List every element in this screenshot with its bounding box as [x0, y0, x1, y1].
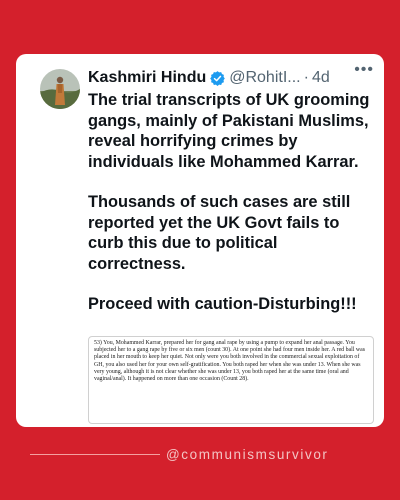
more-options-icon[interactable]: •••	[354, 62, 374, 78]
footer-divider	[30, 454, 160, 455]
footer: @communismsurvivor	[0, 447, 400, 463]
post-card[interactable]: ••• Kashmiri Hindu @RohitI... · 4d The t…	[16, 54, 384, 427]
footer-handle: @communismsurvivor	[166, 447, 329, 462]
display-name[interactable]: Kashmiri Hindu	[88, 68, 206, 88]
post-paragraph: The trial transcripts of UK grooming gan…	[88, 91, 370, 171]
post-text: The trial transcripts of UK grooming gan…	[88, 90, 378, 315]
verified-badge-icon	[210, 70, 226, 86]
post-paragraph: Proceed with caution-Disturbing!!!	[88, 295, 357, 313]
post-timestamp[interactable]: 4d	[312, 68, 330, 88]
post-paragraph: Thousands of such cases are still report…	[88, 193, 351, 273]
user-handle[interactable]: @RohitI...	[229, 68, 300, 88]
separator-dot: ·	[303, 69, 309, 86]
post-header: Kashmiri Hindu @RohitI... · 4d	[88, 68, 330, 88]
document-excerpt-text: 53) You, Mohammed Karrar, prepared her f…	[94, 340, 366, 383]
attached-document-image[interactable]: 53) You, Mohammed Karrar, prepared her f…	[88, 336, 374, 424]
avatar[interactable]	[40, 69, 80, 109]
